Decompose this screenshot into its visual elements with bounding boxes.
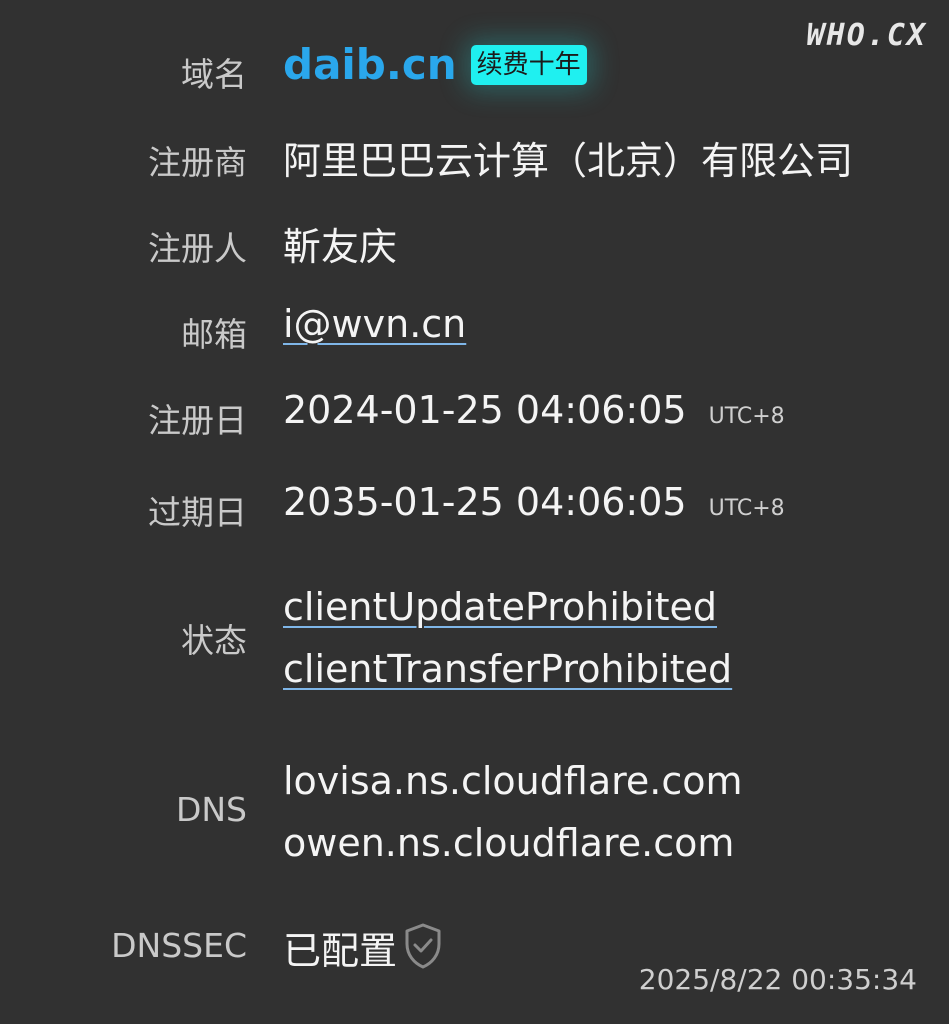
dnssec-status: 已配置 [283,929,398,973]
row-dns: DNS lovisa.ns.cloudflare.com owen.ns.clo… [0,750,949,878]
renew-badge[interactable]: 续费十年 [470,44,587,85]
value-email-wrap: i@wvn.cn [283,302,466,346]
value-expires-wrap: 2035-01-25 04:06:05 UTC+8 [283,480,785,524]
value-status-wrap: clientUpdateProhibited clientTransferPro… [283,576,732,700]
row-domain: 域名 daib.cn 续费十年 [0,40,949,100]
row-registrant: 注册人 靳友庆 [0,214,949,274]
shield-check-icon [403,922,443,979]
status-link-update[interactable]: clientUpdateProhibited [283,585,717,629]
label-status: 状态 [181,621,247,660]
dns-server-2: owen.ns.cloudflare.com [283,821,735,865]
label-dnssec: DNSSEC [111,926,247,965]
domain-link[interactable]: daib.cn [283,40,457,89]
query-timestamp: 2025/8/22 00:35:34 [638,963,917,996]
value-registrar: 阿里巴巴云计算（北京）有限公司 [283,139,854,183]
row-status: 状态 clientUpdateProhibited clientTransfer… [0,576,949,704]
value-dnssec-wrap: 已配置 [283,920,443,979]
created-timezone: UTC+8 [708,404,785,429]
status-link-transfer[interactable]: clientTransferProhibited [283,647,732,691]
row-expires: 过期日 2035-01-25 04:06:05 UTC+8 [0,478,949,538]
label-created: 注册日 [148,401,247,440]
label-dns: DNS [175,790,247,829]
row-created: 注册日 2024-01-25 04:06:05 UTC+8 [0,386,949,446]
value-domain-wrap: daib.cn 续费十年 [283,40,587,89]
label-registrant: 注册人 [148,229,247,268]
value-dns-wrap: lovisa.ns.cloudflare.com owen.ns.cloudfl… [283,750,743,874]
value-created-wrap: 2024-01-25 04:06:05 UTC+8 [283,388,785,432]
created-date: 2024-01-25 04:06:05 [283,388,687,432]
value-registrant: 靳友庆 [283,225,398,269]
label-domain: 域名 [181,55,247,94]
email-link[interactable]: i@wvn.cn [283,302,466,346]
row-registrar: 注册商 阿里巴巴云计算（北京）有限公司 [0,128,949,188]
dns-server-1: lovisa.ns.cloudflare.com [283,759,743,803]
label-expires: 过期日 [148,493,247,532]
expires-timezone: UTC+8 [708,496,785,521]
label-registrar: 注册商 [148,143,247,182]
row-email: 邮箱 i@wvn.cn [0,300,949,360]
label-email: 邮箱 [181,315,247,354]
expires-date: 2035-01-25 04:06:05 [283,480,687,524]
